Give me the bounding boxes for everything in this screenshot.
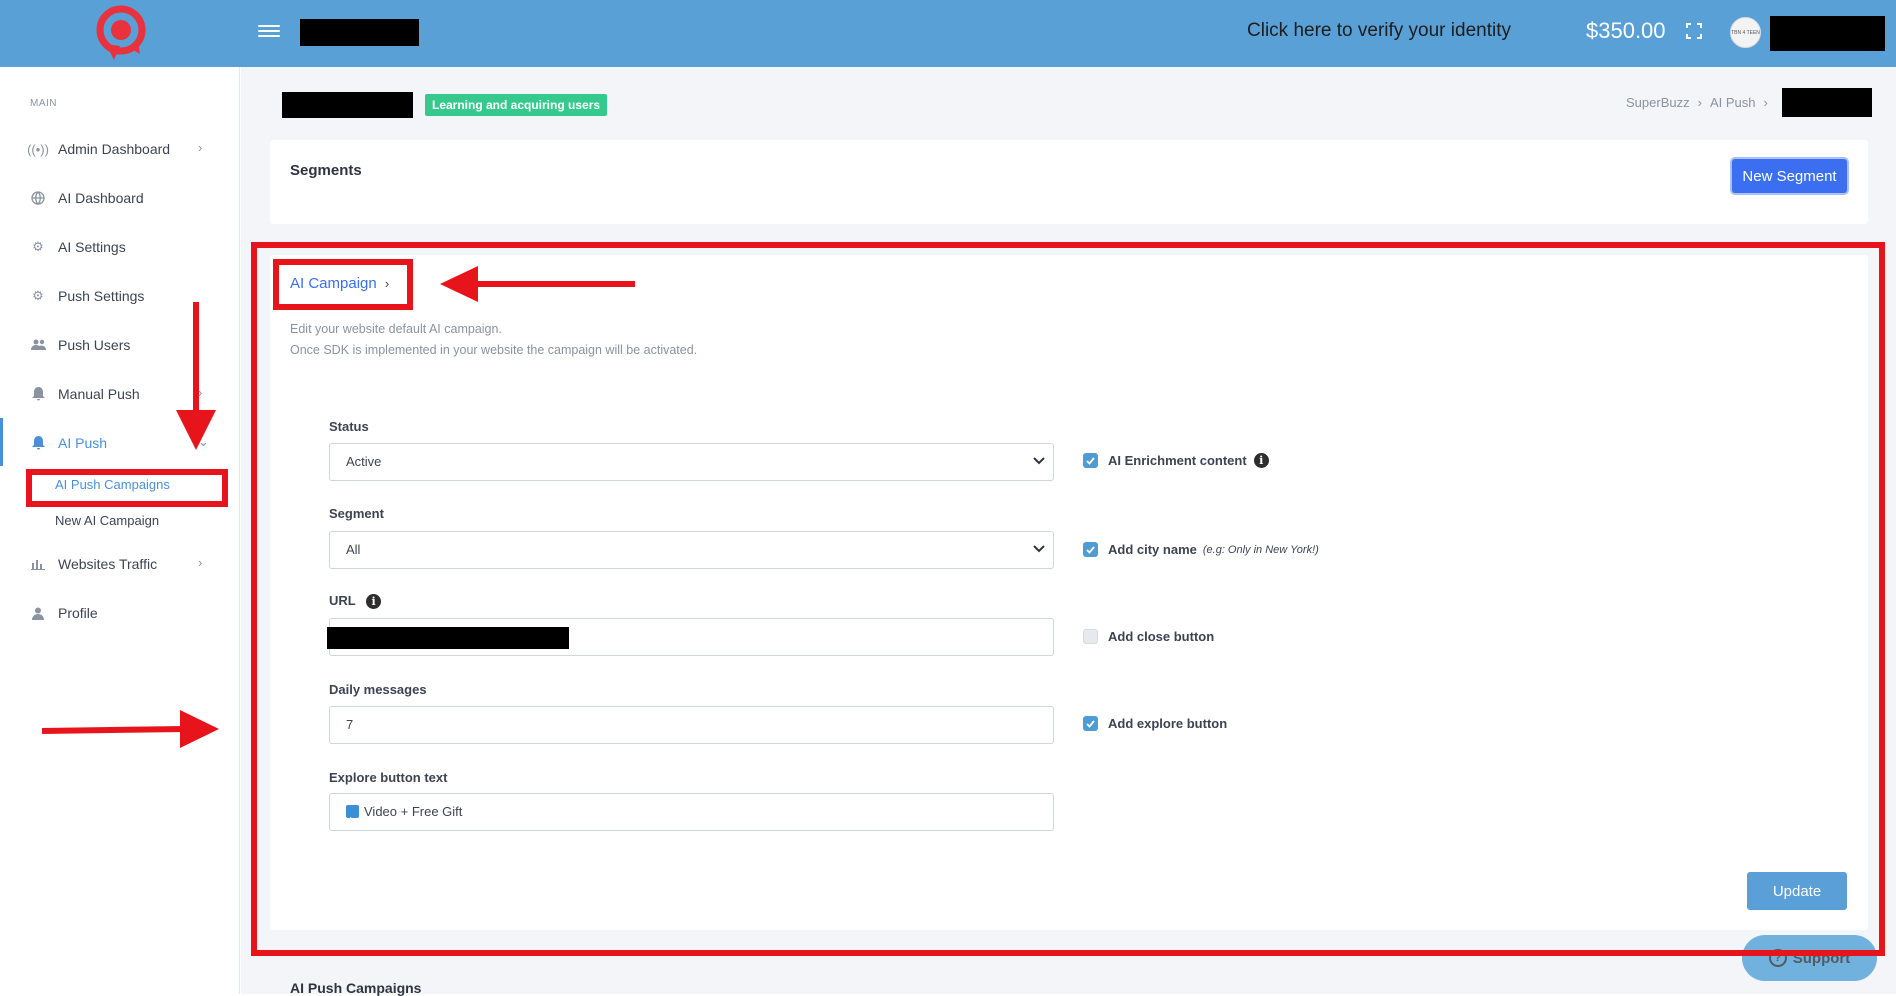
avatar[interactable]: TBN 4 TEEN xyxy=(1730,17,1761,48)
sidebar-item-label: Push Users xyxy=(58,337,131,353)
verify-identity-link[interactable]: Click here to verify your identity xyxy=(1247,20,1511,42)
bell-icon xyxy=(30,435,46,451)
sidebar-item-label: Profile xyxy=(58,605,98,621)
chevron-right-icon: › xyxy=(198,555,203,570)
redacted-page-title xyxy=(282,92,413,118)
annotation-box-sidebar-subitem xyxy=(26,469,228,507)
sidebar-item-label: Push Settings xyxy=(58,288,145,304)
annotation-box-form xyxy=(251,242,1885,956)
sidebar-item-ai-push[interactable]: AI Push ⌄ xyxy=(0,425,240,461)
sidebar-section-label: MAIN xyxy=(30,98,57,109)
breadcrumb-item[interactable]: SuperBuzz xyxy=(1626,95,1690,110)
redacted-breadcrumb-item xyxy=(1782,88,1872,117)
sidebar-subitem-new-ai-campaign[interactable]: New AI Campaign xyxy=(55,513,159,528)
breadcrumb: SuperBuzz › AI Push › xyxy=(1626,95,1768,110)
sidebar-item-websites-traffic[interactable]: Websites Traffic › xyxy=(0,546,240,582)
status-badge: Learning and acquiring users xyxy=(425,94,608,116)
sidebar-item-push-settings[interactable]: ⚙ Push Settings xyxy=(0,278,240,314)
chevron-down-icon: ⌄ xyxy=(198,434,209,449)
gear-icon: ⚙ xyxy=(32,239,44,254)
sidebar-item-label: AI Dashboard xyxy=(58,190,144,206)
sidebar-item-label: Admin Dashboard xyxy=(58,141,171,157)
sidebar-item-push-users[interactable]: Push Users xyxy=(0,327,240,363)
new-segment-button[interactable]: New Segment xyxy=(1732,159,1847,193)
top-bar: Click here to verify your identity $350.… xyxy=(0,0,1896,67)
chevron-right-icon: › xyxy=(1763,95,1768,110)
user-icon xyxy=(30,605,46,621)
breadcrumb-item[interactable]: AI Push xyxy=(1710,95,1756,110)
sidebar-item-admin-dashboard[interactable]: ((•)) Admin Dashboard › xyxy=(0,131,240,167)
segments-title: Segments xyxy=(290,162,362,179)
users-icon xyxy=(30,337,46,353)
sidebar-item-label: Manual Push xyxy=(58,386,140,402)
chevron-right-icon: › xyxy=(198,385,203,400)
sidebar-item-manual-push[interactable]: Manual Push › xyxy=(0,376,240,412)
menu-toggle-icon[interactable] xyxy=(258,22,280,42)
bar-chart-icon xyxy=(30,556,46,572)
redacted-user-name xyxy=(1770,16,1885,51)
brand-logo[interactable] xyxy=(94,4,150,62)
sidebar-item-label: Websites Traffic xyxy=(58,556,158,572)
broadcast-icon: ((•)) xyxy=(27,141,49,157)
bell-icon xyxy=(30,386,46,402)
redacted-site-name xyxy=(300,19,419,46)
annotation-box-ai-campaign xyxy=(273,259,413,310)
chevron-right-icon: › xyxy=(198,140,203,155)
sidebar-item-ai-dashboard[interactable]: AI Dashboard xyxy=(0,180,240,216)
gear-icon: ⚙ xyxy=(32,288,44,303)
account-balance: $350.00 xyxy=(1586,18,1666,43)
sidebar-item-label: AI Push xyxy=(58,435,108,451)
chevron-right-icon: › xyxy=(1697,95,1702,110)
fullscreen-icon[interactable] xyxy=(1686,23,1702,39)
sidebar-item-label: AI Settings xyxy=(58,239,126,255)
globe-icon xyxy=(30,190,46,206)
sidebar-item-ai-settings[interactable]: ⚙ AI Settings xyxy=(0,229,240,265)
sidebar-item-profile[interactable]: Profile xyxy=(0,595,240,631)
segments-card: Segments New Segment xyxy=(270,140,1868,224)
